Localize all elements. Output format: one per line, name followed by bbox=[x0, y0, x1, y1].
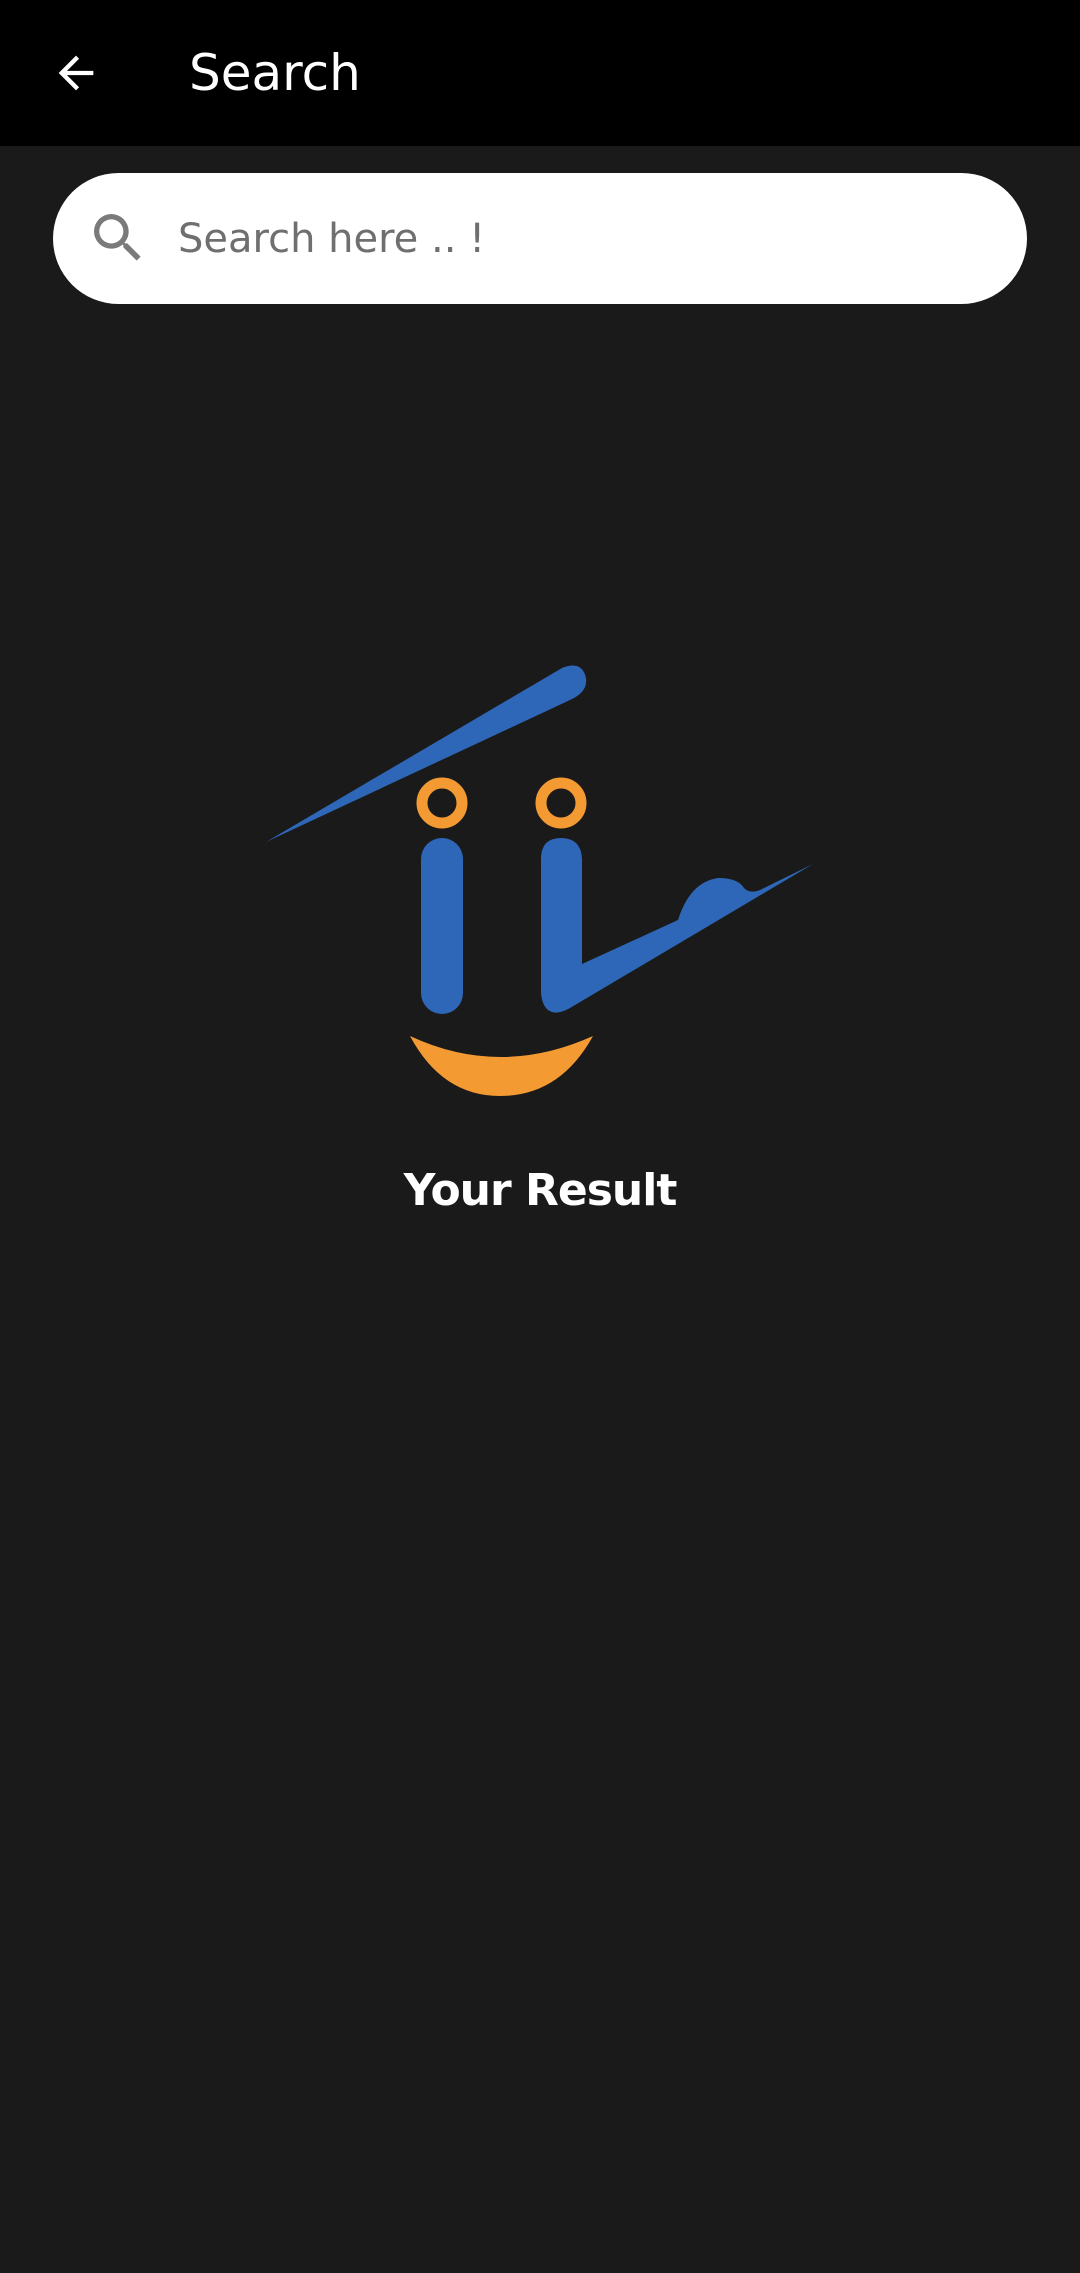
logo-right-eye bbox=[535, 777, 587, 829]
logo-left-bar bbox=[421, 838, 463, 1014]
app-bar: Search bbox=[0, 0, 1080, 146]
page-title: Search bbox=[189, 44, 361, 102]
search-input[interactable] bbox=[178, 173, 998, 304]
logo-left-eye bbox=[416, 777, 468, 829]
magnifier-icon bbox=[94, 214, 141, 261]
logo-smile bbox=[410, 1036, 593, 1096]
logo-check-stroke bbox=[541, 838, 813, 1013]
back-button[interactable] bbox=[36, 33, 116, 113]
app-logo bbox=[266, 665, 813, 1096]
result-label: Your Result bbox=[403, 1165, 678, 1216]
arrow-left-icon bbox=[58, 55, 94, 91]
